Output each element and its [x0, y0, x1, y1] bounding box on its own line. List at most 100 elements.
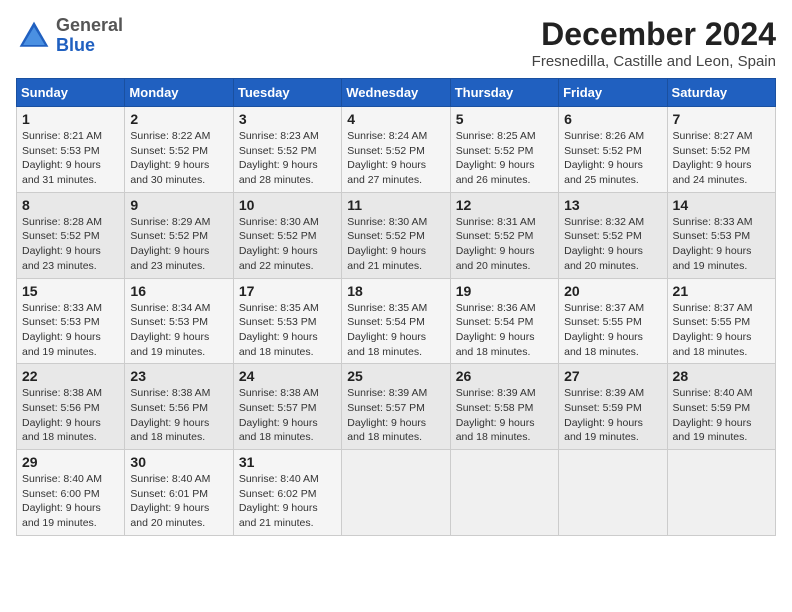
- calendar-day-9: 9 Sunrise: 8:29 AM Sunset: 5:52 PM Dayli…: [125, 192, 233, 278]
- calendar-day-28: 28 Sunrise: 8:40 AM Sunset: 5:59 PM Dayl…: [667, 364, 775, 450]
- day-number: 19: [456, 283, 553, 299]
- calendar-day-30: 30 Sunrise: 8:40 AM Sunset: 6:01 PM Dayl…: [125, 450, 233, 536]
- day-info: Sunrise: 8:21 AM Sunset: 5:53 PM Dayligh…: [22, 130, 102, 186]
- day-info: Sunrise: 8:25 AM Sunset: 5:52 PM Dayligh…: [456, 130, 536, 186]
- title-area: December 2024 Fresnedilla, Castille and …: [532, 16, 776, 70]
- calendar-week-2: 8 Sunrise: 8:28 AM Sunset: 5:52 PM Dayli…: [17, 192, 776, 278]
- day-info: Sunrise: 8:26 AM Sunset: 5:52 PM Dayligh…: [564, 130, 644, 186]
- calendar-day-16: 16 Sunrise: 8:34 AM Sunset: 5:53 PM Dayl…: [125, 278, 233, 364]
- calendar-day-6: 6 Sunrise: 8:26 AM Sunset: 5:52 PM Dayli…: [559, 107, 667, 193]
- logo-icon: [16, 18, 52, 54]
- calendar-day-15: 15 Sunrise: 8:33 AM Sunset: 5:53 PM Dayl…: [17, 278, 125, 364]
- day-number: 30: [130, 454, 227, 470]
- day-info: Sunrise: 8:40 AM Sunset: 6:00 PM Dayligh…: [22, 473, 102, 529]
- empty-cell: [559, 450, 667, 536]
- calendar-day-18: 18 Sunrise: 8:35 AM Sunset: 5:54 PM Dayl…: [342, 278, 450, 364]
- calendar-week-5: 29 Sunrise: 8:40 AM Sunset: 6:00 PM Dayl…: [17, 450, 776, 536]
- calendar-body: 1 Sunrise: 8:21 AM Sunset: 5:53 PM Dayli…: [17, 107, 776, 536]
- day-info: Sunrise: 8:37 AM Sunset: 5:55 PM Dayligh…: [673, 302, 753, 358]
- header-day-sunday: Sunday: [17, 79, 125, 107]
- day-info: Sunrise: 8:39 AM Sunset: 5:59 PM Dayligh…: [564, 387, 644, 443]
- day-number: 5: [456, 111, 553, 127]
- calendar-day-3: 3 Sunrise: 8:23 AM Sunset: 5:52 PM Dayli…: [233, 107, 341, 193]
- day-info: Sunrise: 8:40 AM Sunset: 6:01 PM Dayligh…: [130, 473, 210, 529]
- day-number: 28: [673, 368, 770, 384]
- calendar-day-20: 20 Sunrise: 8:37 AM Sunset: 5:55 PM Dayl…: [559, 278, 667, 364]
- calendar-day-24: 24 Sunrise: 8:38 AM Sunset: 5:57 PM Dayl…: [233, 364, 341, 450]
- header-day-wednesday: Wednesday: [342, 79, 450, 107]
- day-number: 23: [130, 368, 227, 384]
- day-info: Sunrise: 8:38 AM Sunset: 5:56 PM Dayligh…: [22, 387, 102, 443]
- day-info: Sunrise: 8:38 AM Sunset: 5:57 PM Dayligh…: [239, 387, 319, 443]
- month-title: December 2024: [532, 16, 776, 53]
- day-info: Sunrise: 8:35 AM Sunset: 5:54 PM Dayligh…: [347, 302, 427, 358]
- calendar-day-4: 4 Sunrise: 8:24 AM Sunset: 5:52 PM Dayli…: [342, 107, 450, 193]
- header-day-tuesday: Tuesday: [233, 79, 341, 107]
- day-info: Sunrise: 8:28 AM Sunset: 5:52 PM Dayligh…: [22, 216, 102, 272]
- day-number: 17: [239, 283, 336, 299]
- calendar-day-10: 10 Sunrise: 8:30 AM Sunset: 5:52 PM Dayl…: [233, 192, 341, 278]
- empty-cell: [450, 450, 558, 536]
- header-day-saturday: Saturday: [667, 79, 775, 107]
- calendar-day-7: 7 Sunrise: 8:27 AM Sunset: 5:52 PM Dayli…: [667, 107, 775, 193]
- location-title: Fresnedilla, Castille and Leon, Spain: [532, 53, 776, 70]
- day-info: Sunrise: 8:24 AM Sunset: 5:52 PM Dayligh…: [347, 130, 427, 186]
- day-info: Sunrise: 8:23 AM Sunset: 5:52 PM Dayligh…: [239, 130, 319, 186]
- day-info: Sunrise: 8:32 AM Sunset: 5:52 PM Dayligh…: [564, 216, 644, 272]
- empty-cell: [667, 450, 775, 536]
- calendar-day-19: 19 Sunrise: 8:36 AM Sunset: 5:54 PM Dayl…: [450, 278, 558, 364]
- day-number: 13: [564, 197, 661, 213]
- day-info: Sunrise: 8:33 AM Sunset: 5:53 PM Dayligh…: [673, 216, 753, 272]
- day-number: 3: [239, 111, 336, 127]
- calendar-day-22: 22 Sunrise: 8:38 AM Sunset: 5:56 PM Dayl…: [17, 364, 125, 450]
- day-number: 9: [130, 197, 227, 213]
- day-info: Sunrise: 8:39 AM Sunset: 5:58 PM Dayligh…: [456, 387, 536, 443]
- calendar-day-8: 8 Sunrise: 8:28 AM Sunset: 5:52 PM Dayli…: [17, 192, 125, 278]
- day-info: Sunrise: 8:36 AM Sunset: 5:54 PM Dayligh…: [456, 302, 536, 358]
- day-number: 14: [673, 197, 770, 213]
- day-number: 27: [564, 368, 661, 384]
- calendar-day-25: 25 Sunrise: 8:39 AM Sunset: 5:57 PM Dayl…: [342, 364, 450, 450]
- day-number: 16: [130, 283, 227, 299]
- calendar-week-1: 1 Sunrise: 8:21 AM Sunset: 5:53 PM Dayli…: [17, 107, 776, 193]
- day-info: Sunrise: 8:30 AM Sunset: 5:52 PM Dayligh…: [347, 216, 427, 272]
- day-number: 21: [673, 283, 770, 299]
- logo-text: General Blue: [56, 16, 123, 56]
- day-number: 4: [347, 111, 444, 127]
- day-info: Sunrise: 8:29 AM Sunset: 5:52 PM Dayligh…: [130, 216, 210, 272]
- day-info: Sunrise: 8:38 AM Sunset: 5:56 PM Dayligh…: [130, 387, 210, 443]
- logo: General Blue: [16, 16, 123, 56]
- day-number: 31: [239, 454, 336, 470]
- calendar-day-14: 14 Sunrise: 8:33 AM Sunset: 5:53 PM Dayl…: [667, 192, 775, 278]
- calendar-day-5: 5 Sunrise: 8:25 AM Sunset: 5:52 PM Dayli…: [450, 107, 558, 193]
- day-number: 22: [22, 368, 119, 384]
- header-day-friday: Friday: [559, 79, 667, 107]
- day-number: 6: [564, 111, 661, 127]
- day-info: Sunrise: 8:31 AM Sunset: 5:52 PM Dayligh…: [456, 216, 536, 272]
- calendar-day-27: 27 Sunrise: 8:39 AM Sunset: 5:59 PM Dayl…: [559, 364, 667, 450]
- logo-blue: Blue: [56, 35, 95, 55]
- header-day-monday: Monday: [125, 79, 233, 107]
- day-number: 1: [22, 111, 119, 127]
- calendar-day-31: 31 Sunrise: 8:40 AM Sunset: 6:02 PM Dayl…: [233, 450, 341, 536]
- calendar-day-2: 2 Sunrise: 8:22 AM Sunset: 5:52 PM Dayli…: [125, 107, 233, 193]
- calendar-day-13: 13 Sunrise: 8:32 AM Sunset: 5:52 PM Dayl…: [559, 192, 667, 278]
- day-info: Sunrise: 8:37 AM Sunset: 5:55 PM Dayligh…: [564, 302, 644, 358]
- day-number: 7: [673, 111, 770, 127]
- calendar-week-4: 22 Sunrise: 8:38 AM Sunset: 5:56 PM Dayl…: [17, 364, 776, 450]
- day-number: 29: [22, 454, 119, 470]
- day-number: 12: [456, 197, 553, 213]
- day-info: Sunrise: 8:22 AM Sunset: 5:52 PM Dayligh…: [130, 130, 210, 186]
- day-info: Sunrise: 8:34 AM Sunset: 5:53 PM Dayligh…: [130, 302, 210, 358]
- calendar-day-12: 12 Sunrise: 8:31 AM Sunset: 5:52 PM Dayl…: [450, 192, 558, 278]
- calendar-week-3: 15 Sunrise: 8:33 AM Sunset: 5:53 PM Dayl…: [17, 278, 776, 364]
- calendar-day-29: 29 Sunrise: 8:40 AM Sunset: 6:00 PM Dayl…: [17, 450, 125, 536]
- calendar-table: SundayMondayTuesdayWednesdayThursdayFrid…: [16, 78, 776, 536]
- day-number: 25: [347, 368, 444, 384]
- calendar-header: SundayMondayTuesdayWednesdayThursdayFrid…: [17, 79, 776, 107]
- logo-general: General: [56, 15, 123, 35]
- calendar-day-11: 11 Sunrise: 8:30 AM Sunset: 5:52 PM Dayl…: [342, 192, 450, 278]
- day-number: 15: [22, 283, 119, 299]
- header: General Blue December 2024 Fresnedilla, …: [16, 16, 776, 70]
- day-info: Sunrise: 8:33 AM Sunset: 5:53 PM Dayligh…: [22, 302, 102, 358]
